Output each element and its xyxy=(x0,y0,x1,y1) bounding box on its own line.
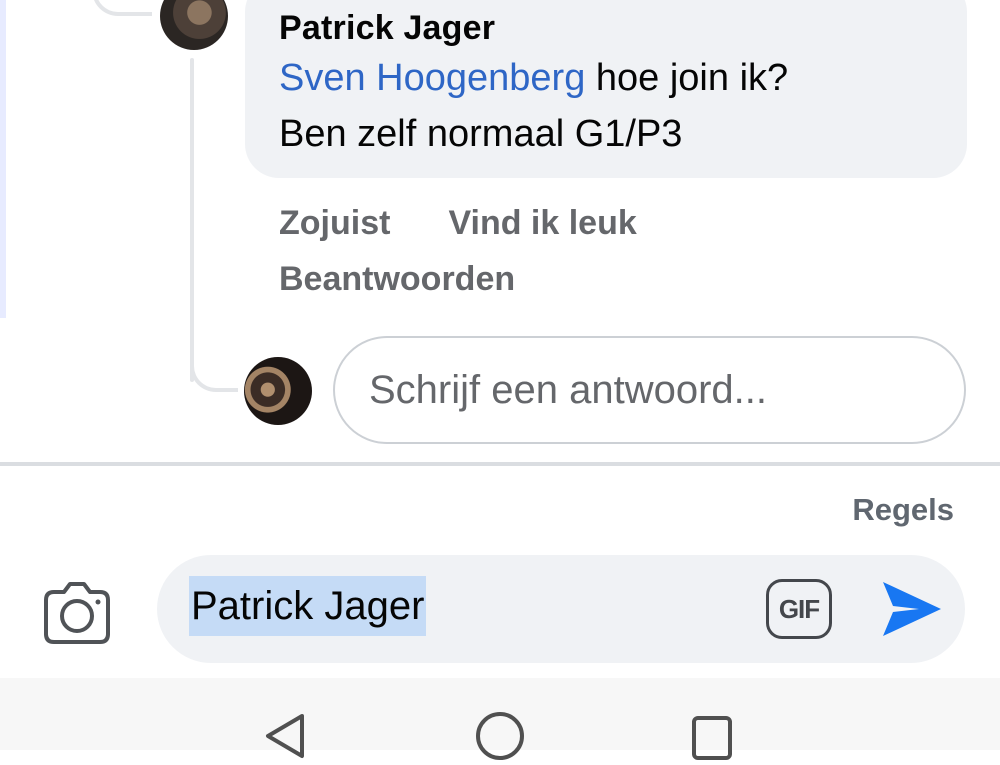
composer-selected-text[interactable]: Patrick Jager xyxy=(189,576,427,636)
gif-button[interactable]: GIF xyxy=(766,579,832,639)
comment-bubble: Patrick Jager Sven Hoogenberg hoe join i… xyxy=(245,0,967,178)
reply-input-placeholder: Schrijf een antwoord... xyxy=(369,367,767,412)
comment-text: Sven Hoogenberg hoe join ik? Ben zelf no… xyxy=(279,50,967,162)
comment-thread: Patrick Jager Sven Hoogenberg hoe join i… xyxy=(0,0,1000,462)
like-button[interactable]: Vind ik leuk xyxy=(448,204,636,243)
camera-icon[interactable] xyxy=(42,580,112,646)
thread-accent-bar xyxy=(0,0,6,318)
reply-input[interactable]: Schrijf een antwoord... xyxy=(333,336,966,444)
thread-connector-line xyxy=(92,0,152,16)
nav-recent-apps-icon[interactable] xyxy=(692,716,732,760)
reply-button[interactable]: Beantwoorden xyxy=(279,260,515,299)
current-user-avatar xyxy=(244,357,312,425)
rules-link[interactable]: Regels xyxy=(852,492,954,528)
comment-text-line2: Ben zelf normaal G1/P3 xyxy=(279,113,683,155)
thread-line xyxy=(190,58,194,382)
nav-back-icon[interactable] xyxy=(262,712,310,760)
nav-home-icon[interactable] xyxy=(476,712,524,760)
mention-link[interactable]: Sven Hoogenberg xyxy=(279,57,585,99)
comment-text-rest: hoe join ik? xyxy=(585,57,789,99)
comment-author-name[interactable]: Patrick Jager xyxy=(279,8,967,48)
send-icon[interactable] xyxy=(879,578,945,640)
comment-author-avatar[interactable] xyxy=(160,0,228,50)
comment-actions: Zojuist Vind ik leuk Beantwoorden xyxy=(279,198,637,304)
comment-timestamp[interactable]: Zojuist xyxy=(279,204,390,243)
thread-reply-connector xyxy=(190,340,238,392)
